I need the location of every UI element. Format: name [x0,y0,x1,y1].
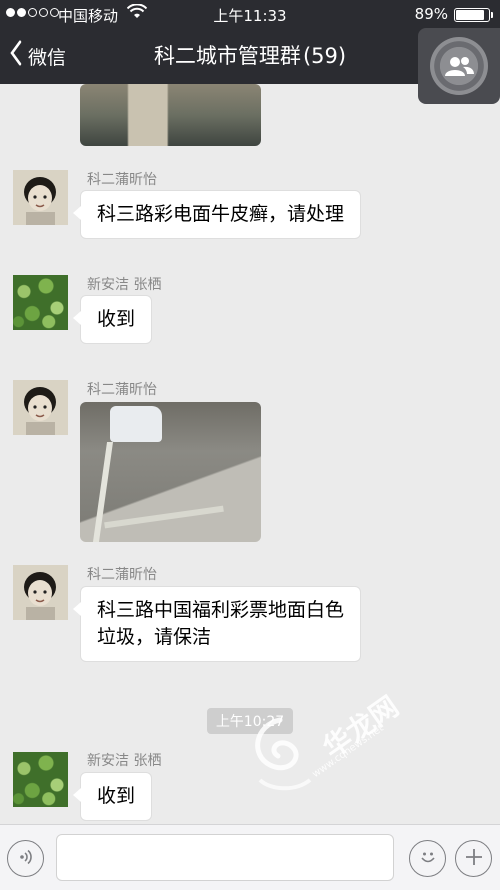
timestamp-text: 上午10:27 [206,708,294,734]
member-count: (59) [302,44,347,68]
message-text-line: 科三路中国福利彩票地面白色 [97,599,345,621]
sender-name: 科二蒲昕怡 [87,172,157,188]
status-bar: 中国移动 上午11:33 89% [0,0,500,28]
group-name: 科二城市管理群 [153,44,301,68]
avatar[interactable] [13,752,68,807]
chat-messages[interactable]: 科二蒲昕怡 科三路彩电面牛皮癣，请处理 新安洁 张栖 收到 科二蒲昕怡 科二蒲昕… [0,84,500,824]
battery-percent: 89% [414,5,448,23]
message-text-line: 垃圾，请保洁 [97,626,212,648]
message-bubble[interactable]: 收到 [72,772,153,821]
avatar[interactable] [13,170,68,225]
emoji-icon [417,846,439,872]
avatar[interactable] [13,565,68,620]
road-line [104,505,224,529]
message-text: 收到 [97,785,136,807]
battery-fill [456,10,485,20]
timestamp: 上午10:27 [0,708,500,734]
message-input[interactable] [56,834,394,881]
voice-icon [17,848,35,870]
sender-name: 新安洁 张栖 [87,277,162,293]
avatar[interactable] [13,275,68,330]
message-image[interactable] [80,84,261,146]
battery-icon [454,8,493,22]
car-shape [110,406,162,442]
message-bubble[interactable]: 科三路中国福利彩票地面白色 垃圾，请保洁 [72,586,362,662]
message-image[interactable] [80,402,261,542]
add-button[interactable] [455,840,492,877]
input-bar [0,824,500,890]
message-text: 科三路彩电面牛皮癣，请处理 [97,203,345,225]
sender-name: 新安洁 张栖 [87,753,162,769]
message-bubble[interactable]: 收到 [72,295,153,344]
emoji-button[interactable] [409,840,446,877]
message-text: 收到 [97,308,136,330]
sender-name: 科二蒲昕怡 [87,567,157,583]
sender-name: 科二蒲昕怡 [87,382,157,398]
voice-button[interactable] [7,840,44,877]
message-bubble[interactable]: 科三路彩电面牛皮癣，请处理 [72,190,362,239]
plus-icon [464,847,484,871]
avatar[interactable] [13,380,68,435]
